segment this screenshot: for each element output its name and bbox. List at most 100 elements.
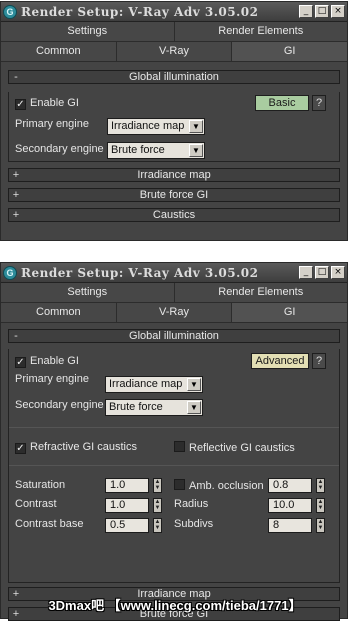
rollout-title: Global illumination	[129, 330, 219, 342]
render-setup-window-advanced: G Render Setup: V-Ray Adv 3.05.02 _ □ × …	[0, 262, 348, 621]
subdivs-input[interactable]: 8	[268, 518, 312, 533]
gi-content: - Global illumination ✓ Enable GI Advance…	[1, 329, 347, 621]
reflective-gi-caustics-checkbox[interactable]: Reflective GI caustics	[174, 441, 295, 454]
maximize-icon[interactable]: □	[315, 266, 329, 279]
secondary-engine-value: Brute force	[109, 401, 163, 413]
reflective-label: Reflective GI caustics	[189, 442, 295, 454]
primary-engine-dropdown[interactable]: Irradiance map ▼	[105, 376, 203, 393]
advanced-mode-button[interactable]: Advanced	[251, 353, 309, 369]
global-illumination-rollout[interactable]: - Global illumination	[8, 70, 340, 84]
radius-label: Radius	[174, 498, 209, 510]
separator	[9, 465, 339, 466]
watermark: 3Dmax吧 【www.linecg.com/tieba/1771】	[48, 598, 302, 613]
contrast-base-input[interactable]: 0.5	[105, 518, 149, 533]
refractive-label: Refractive GI caustics	[30, 441, 137, 453]
checkmark-icon: ✓	[15, 357, 26, 368]
amb-occlusion-spinner-icon[interactable]: ▲ ▼	[316, 478, 325, 493]
checkbox-empty-icon	[174, 441, 185, 452]
chevron-down-icon[interactable]: ▼	[187, 378, 201, 391]
app-icon: G	[3, 4, 17, 19]
render-setup-window-basic: G Render Setup: V-Ray Adv 3.05.02 _ □ × …	[0, 1, 348, 241]
maximize-icon[interactable]: □	[315, 5, 329, 18]
checkmark-icon: ✓	[15, 443, 26, 454]
chevron-down-icon[interactable]: ▼	[189, 144, 203, 157]
secondary-engine-label: Secondary engine	[15, 143, 104, 155]
chevron-down-icon[interactable]: ▼	[187, 401, 201, 414]
checkbox-empty-icon	[174, 479, 185, 490]
enable-gi-checkbox[interactable]: ✓ Enable GI	[15, 355, 79, 368]
primary-engine-value: Irradiance map	[111, 120, 185, 132]
tab-row-1: Settings Render Elements	[1, 22, 347, 42]
minimize-icon[interactable]: _	[299, 266, 313, 279]
contrast-input[interactable]: 1.0	[105, 498, 149, 513]
primary-engine-label: Primary engine	[15, 118, 89, 130]
amb-occlusion-input[interactable]: 0.8	[268, 478, 312, 493]
caustics-rollout[interactable]: + Caustics	[8, 208, 340, 222]
collapsed-rollouts: + Irradiance map + Brute force GI + Caus…	[1, 168, 347, 222]
app-icon: G	[3, 265, 17, 280]
global-illumination-rollout[interactable]: - Global illumination	[8, 329, 340, 343]
help-button[interactable]: ?	[312, 95, 326, 111]
gi-content: - Global illumination ✓ Enable GI Basic ?…	[1, 70, 347, 242]
window-title: Render Setup: V-Ray Adv 3.05.02	[21, 265, 259, 280]
tab-vray[interactable]: V-Ray	[116, 303, 233, 322]
rollout-title: Global illumination	[129, 71, 219, 83]
expand-icon[interactable]: +	[9, 209, 23, 221]
tab-row-2: Common V-Ray GI	[1, 42, 348, 62]
contrast-base-label: Contrast base	[15, 518, 84, 530]
minimize-icon[interactable]: _	[299, 5, 313, 18]
saturation-label: Saturation	[15, 479, 66, 491]
checkmark-icon: ✓	[15, 99, 26, 110]
secondary-engine-value: Brute force	[111, 144, 165, 156]
window-title: Render Setup: V-Ray Adv 3.05.02	[21, 4, 259, 19]
expand-icon[interactable]: +	[9, 169, 23, 181]
tab-settings[interactable]: Settings	[1, 22, 175, 41]
subdivs-label: Subdivs	[174, 518, 214, 530]
radius-spinner-icon[interactable]: ▲ ▼	[316, 498, 325, 513]
contrast-label: Contrast	[15, 498, 57, 510]
collapse-icon[interactable]: -	[9, 71, 23, 83]
secondary-engine-dropdown[interactable]: Brute force ▼	[105, 399, 203, 416]
tab-settings[interactable]: Settings	[1, 283, 175, 302]
amb-occlusion-checkbox[interactable]: Amb. occlusion	[174, 479, 264, 492]
brute-force-gi-rollout[interactable]: + Brute force GI	[8, 188, 340, 202]
collapse-icon[interactable]: -	[9, 330, 23, 342]
refractive-gi-caustics-checkbox[interactable]: ✓ Refractive GI caustics	[15, 441, 137, 454]
rollout-title: Caustics	[152, 209, 196, 221]
help-button[interactable]: ?	[312, 353, 326, 369]
tab-row-1: Settings Render Elements	[1, 283, 347, 303]
tab-common[interactable]: Common	[1, 42, 117, 61]
separator	[9, 427, 339, 428]
chevron-down-icon[interactable]: ▼	[189, 120, 203, 133]
tab-row-2: Common V-Ray GI	[1, 303, 348, 323]
saturation-spinner-icon[interactable]: ▲ ▼	[153, 478, 162, 493]
close-icon[interactable]: ×	[331, 266, 345, 279]
close-icon[interactable]: ×	[331, 5, 345, 18]
primary-engine-dropdown[interactable]: Irradiance map ▼	[107, 118, 205, 135]
enable-gi-label: Enable GI	[30, 355, 79, 367]
secondary-engine-dropdown[interactable]: Brute force ▼	[107, 142, 205, 159]
tab-vray[interactable]: V-Ray	[116, 42, 233, 61]
tab-render-elements[interactable]: Render Elements	[174, 283, 347, 302]
contrast-spinner-icon[interactable]: ▲ ▼	[153, 498, 162, 513]
secondary-engine-label: Secondary engine	[15, 399, 104, 411]
irradiance-map-rollout[interactable]: + Irradiance map	[8, 168, 340, 182]
rollout-title: Brute force GI	[139, 189, 209, 201]
subdivs-spinner-icon[interactable]: ▲ ▼	[316, 518, 325, 533]
amb-occlusion-label: Amb. occlusion	[189, 480, 264, 492]
radius-input[interactable]: 10.0	[268, 498, 312, 513]
title-bar[interactable]: G Render Setup: V-Ray Adv 3.05.02 _ □ ×	[1, 2, 347, 22]
basic-mode-button[interactable]: Basic	[255, 95, 309, 111]
saturation-input[interactable]: 1.0	[105, 478, 149, 493]
tab-render-elements[interactable]: Render Elements	[174, 22, 347, 41]
tab-common[interactable]: Common	[1, 303, 117, 322]
tab-gi[interactable]: GI	[232, 42, 348, 61]
enable-gi-checkbox[interactable]: ✓ Enable GI	[15, 97, 79, 110]
primary-engine-value: Irradiance map	[109, 378, 183, 390]
tab-gi[interactable]: GI	[232, 303, 348, 322]
title-bar[interactable]: G Render Setup: V-Ray Adv 3.05.02 _ □ ×	[1, 263, 347, 283]
primary-engine-label: Primary engine	[15, 373, 89, 385]
contrast-base-spinner-icon[interactable]: ▲ ▼	[153, 518, 162, 533]
enable-gi-label: Enable GI	[30, 97, 79, 109]
expand-icon[interactable]: +	[9, 189, 23, 201]
